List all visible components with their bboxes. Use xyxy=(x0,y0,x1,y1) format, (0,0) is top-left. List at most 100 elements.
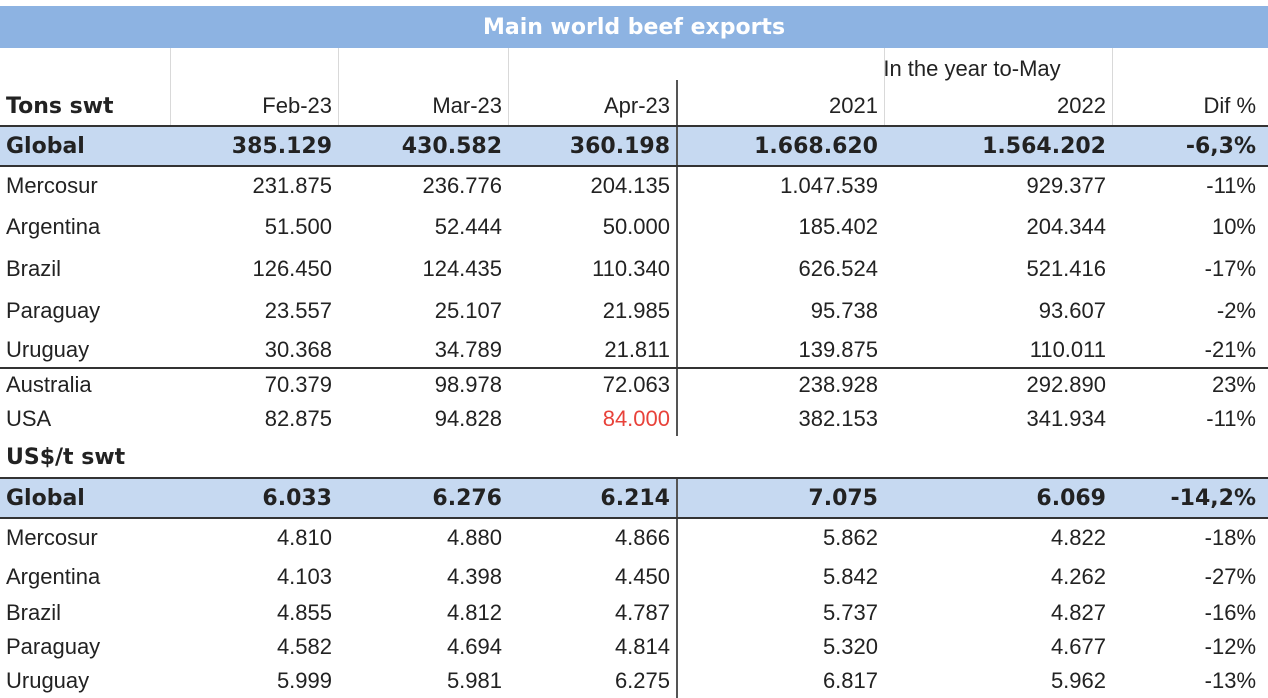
table-cell: 5.981 xyxy=(446,668,502,693)
table-cell: -6,3% xyxy=(1185,133,1256,159)
table-cell: -21% xyxy=(1204,337,1256,362)
table-row: Brazil 126.450 124.435 110.340 626.524 521.41… xyxy=(0,248,1268,290)
table-cell: 238.928 xyxy=(798,372,878,397)
table-cell: 21.985 xyxy=(602,298,670,323)
beef-exports-table: Main world beef exports In the year to-M… xyxy=(0,0,1268,698)
table-cell: 110.011 xyxy=(1029,337,1106,362)
grid-line xyxy=(1112,48,1113,126)
row-rule xyxy=(0,165,1268,167)
column-header: Mar-23 xyxy=(432,93,502,118)
table-title: Main world beef exports xyxy=(0,6,1268,48)
table-cell: 4.812 xyxy=(446,600,502,625)
column-header: Dif % xyxy=(1203,93,1256,118)
grid-line xyxy=(884,48,885,126)
grid-line xyxy=(508,48,509,126)
table-cell: 4.822 xyxy=(1050,525,1106,550)
row-label: Uruguay xyxy=(6,668,90,693)
table-cell: 231.875 xyxy=(252,173,332,198)
table-cell: 72.063 xyxy=(602,372,670,397)
table-row: Paraguay 23.557 25.107 21.985 95.738 93.607 -2… xyxy=(0,290,1268,332)
table-row: Australia 70.379 98.978 72.063 238.928 292.89… xyxy=(0,368,1268,402)
table-cell: 95.738 xyxy=(810,298,878,323)
table-cell: 5.999 xyxy=(276,668,332,693)
table-cell: 23% xyxy=(1211,372,1256,397)
table-cell: 124.435 xyxy=(422,256,502,281)
table-cell: 23.557 xyxy=(264,298,332,323)
table-row: Uruguay 5.999 5.981 6.275 6.817 5.962 -13% xyxy=(0,664,1268,698)
row-label: Argentina xyxy=(6,564,101,589)
row-rule xyxy=(0,125,1268,127)
table-cell: 4.855 xyxy=(276,600,332,625)
table-cell: 10% xyxy=(1211,214,1256,239)
row-label: USA xyxy=(6,406,52,431)
table-cell: 6.817 xyxy=(822,668,878,693)
table-cell: 126.450 xyxy=(252,256,332,281)
table-cell: 292.890 xyxy=(1026,372,1106,397)
row-label: Global xyxy=(6,485,85,511)
table-cell: 5.737 xyxy=(822,600,878,625)
table-cell: 4.880 xyxy=(446,525,502,550)
table-cell: 1.047.539 xyxy=(780,173,878,198)
table-cell: 6.275 xyxy=(614,668,670,693)
total-row: Global 385.129 430.582 360.198 1.668.620 1.56… xyxy=(0,126,1268,166)
table-cell: 30.368 xyxy=(264,337,332,362)
table-cell: 521.416 xyxy=(1026,256,1106,281)
table-cell: 21.811 xyxy=(604,337,670,362)
table-cell: -2% xyxy=(1216,298,1256,323)
table-cell: 430.582 xyxy=(401,133,502,159)
row-label: Paraguay xyxy=(6,298,101,323)
table-cell: -16% xyxy=(1204,600,1256,625)
total-row: Global 6.033 6.276 6.214 7.075 6.069 -14,2% xyxy=(0,478,1268,518)
table-cell: 4.787 xyxy=(614,600,670,625)
table-cell: 4.810 xyxy=(276,525,332,550)
table-cell: 4.694 xyxy=(446,634,502,659)
table-cell: 236.776 xyxy=(422,173,502,198)
table-cell: 382.153 xyxy=(798,406,878,431)
table-row: Uruguay 30.368 34.789 21.811 139.875 110.011 -… xyxy=(0,332,1268,368)
column-header: 2022 xyxy=(1057,93,1106,118)
table-cell: 929.377 xyxy=(1026,173,1106,198)
row-label: Uruguay xyxy=(6,337,90,362)
table-cell: -11% xyxy=(1206,406,1256,431)
table-cell: 34.789 xyxy=(434,337,502,362)
table-cell: 341.934 xyxy=(1026,406,1106,431)
table-cell: 4.262 xyxy=(1050,564,1106,589)
table-cell: 82.875 xyxy=(264,406,332,431)
table-cell: 204.135 xyxy=(590,173,670,198)
table-cell: 185.402 xyxy=(798,214,878,239)
row-label: Mercosur xyxy=(6,525,98,550)
table-cell: 70.379 xyxy=(264,372,332,397)
table-cell: 98.978 xyxy=(434,372,502,397)
table-cell: 94.828 xyxy=(434,406,502,431)
table-cell: 50.000 xyxy=(602,214,670,239)
unit-label: US$/t swt xyxy=(6,444,126,470)
row-rule xyxy=(0,367,1268,369)
table-cell: 6.069 xyxy=(1036,485,1106,511)
table-cell: 110.340 xyxy=(592,256,670,281)
table-cell: -13% xyxy=(1204,668,1256,693)
table-row: Mercosur 231.875 236.776 204.135 1.047.539 92… xyxy=(0,166,1268,206)
table-cell: 360.198 xyxy=(569,133,670,159)
row-label: Australia xyxy=(6,372,92,397)
table-cell: 6.033 xyxy=(262,485,332,511)
table-row: Paraguay 4.582 4.694 4.814 5.320 4.677 -12% xyxy=(0,630,1268,664)
period-separator xyxy=(676,80,678,436)
table-cell: -11% xyxy=(1206,173,1256,198)
row-label: Paraguay xyxy=(6,634,101,659)
table-cell: 52.444 xyxy=(434,214,502,239)
unit-header: Tons swt xyxy=(6,93,114,119)
column-header: 2021 xyxy=(829,93,878,118)
table-row: Mercosur 4.810 4.880 4.866 5.862 4.822 -18% xyxy=(0,518,1268,558)
row-label: Mercosur xyxy=(6,173,98,198)
table-cell: 51.500 xyxy=(264,214,332,239)
table-cell: 84.000 xyxy=(602,406,670,431)
table-row: Argentina 4.103 4.398 4.450 5.842 4.262 -27% xyxy=(0,558,1268,596)
table-cell: 4.866 xyxy=(614,525,670,550)
table-cell: 139.875 xyxy=(798,337,878,362)
header-row: Tons swt Feb-23 Mar-23 Apr-23 2021 2022 Dif % xyxy=(0,86,1268,126)
table-cell: 204.344 xyxy=(1026,214,1106,239)
table-cell: 5.842 xyxy=(822,564,878,589)
row-label: Brazil xyxy=(6,600,62,625)
table-cell: 5.320 xyxy=(822,634,878,659)
row-rule xyxy=(0,477,1268,479)
